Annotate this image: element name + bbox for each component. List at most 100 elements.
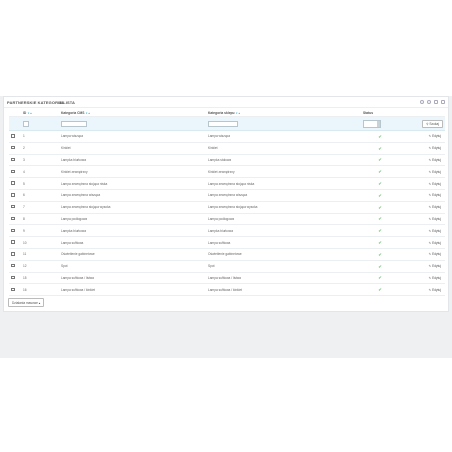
row-action-cell: ✎ Edytuj — [399, 213, 445, 226]
row-category-cms: Kinkiet — [59, 142, 206, 155]
row-checkbox[interactable] — [11, 145, 15, 150]
edit-button[interactable]: ✎ Edytuj — [427, 146, 443, 151]
pencil-icon: ✎ — [428, 287, 432, 292]
search-button[interactable]: ⚲ Szukaj — [422, 119, 443, 128]
table-row[interactable]: 11 Oświetlenie gabinetowe Oświetlenie gabi… — [9, 248, 445, 261]
edit-button[interactable]: ✎ Edytuj — [427, 264, 443, 269]
row-checkbox[interactable] — [11, 181, 15, 185]
row-status-cell: ✔ — [361, 248, 399, 261]
row-checkbox[interactable] — [11, 240, 15, 244]
row-status-cell: ✔ — [361, 165, 399, 179]
sql-icon[interactable] — [441, 100, 445, 104]
table-row[interactable]: 8 Lampa podłogowa Lampa podłogowa ✔ ✎ Edytuj — [9, 213, 445, 226]
edit-button[interactable]: ✎ Edytuj — [427, 228, 443, 233]
table-row[interactable]: 3 Lampka biurkowa Lampka stołowa ✔ ✎ Edytuj — [9, 154, 445, 167]
status-enabled-icon[interactable]: ✔ — [378, 193, 381, 198]
filter-status-select[interactable] — [363, 119, 381, 128]
sort-icon[interactable]: ▼▲ — [236, 112, 241, 115]
edit-button[interactable]: ✎ Edytuj — [427, 240, 443, 245]
status-enabled-icon[interactable]: ✔ — [378, 287, 381, 292]
table-row[interactable]: 15 Lampa sufitowa / listwa Lampa sufitowa … — [9, 272, 445, 285]
edit-button[interactable]: ✎ Edytuj — [427, 205, 443, 210]
edit-button[interactable]: ✎ Edytuj — [427, 287, 443, 292]
edit-button[interactable]: ✎ Edytuj — [427, 193, 443, 198]
panel-toolbar — [420, 100, 445, 104]
status-enabled-icon[interactable]: ✔ — [378, 264, 381, 269]
status-enabled-icon[interactable]: ✔ — [378, 228, 381, 233]
row-select-cell — [9, 213, 21, 226]
status-enabled-icon[interactable]: ✔ — [378, 169, 381, 174]
status-enabled-icon[interactable]: ✔ — [378, 240, 381, 245]
refresh-icon[interactable] — [427, 100, 431, 104]
add-icon[interactable] — [420, 100, 424, 104]
row-status-cell: ✔ — [361, 154, 399, 167]
table-row[interactable]: 12 Spot Spot ✔ ✎ Edytuj — [9, 260, 445, 273]
status-enabled-icon[interactable]: ✔ — [378, 181, 381, 186]
table-row[interactable]: 9 Lampka biurkowa Lampka biurkowa ✔ ✎ Edytuj — [9, 224, 445, 238]
status-enabled-icon[interactable]: ✔ — [378, 205, 381, 210]
status-enabled-icon[interactable]: ✔ — [378, 216, 381, 221]
table-row[interactable]: 7 Lampa zewnętrzna stojąca wysoka Lampa ze… — [9, 201, 445, 214]
row-select-cell — [9, 248, 21, 261]
edit-button[interactable]: ✎ Edytuj — [427, 181, 443, 186]
edit-button[interactable]: ✎ Edytuj — [427, 216, 443, 221]
filter-status-cell — [361, 116, 399, 131]
row-category-cms: Lampa sufitowa / kinkiet — [59, 283, 206, 297]
row-checkbox[interactable] — [11, 228, 15, 233]
row-checkbox[interactable] — [11, 134, 15, 138]
row-checkbox[interactable] — [11, 169, 15, 174]
table-row[interactable]: 4 Kinkiet zewnętrzny Kinkiet zewnętrzny ✔ ✎ … — [9, 165, 445, 179]
status-enabled-icon[interactable]: ✔ — [378, 275, 381, 280]
row-category-cms: Lampa wisząca — [59, 130, 206, 143]
edit-button[interactable]: ✎ Edytuj — [427, 169, 443, 174]
status-enabled-icon[interactable]: ✔ — [378, 134, 381, 139]
edit-button[interactable]: ✎ Edytuj — [427, 275, 443, 280]
table-row[interactable]: 5 Lampa zewnętrzna stojąca niska Lampa zew… — [9, 177, 445, 190]
row-category-cms: Kinkiet zewnętrzny — [59, 165, 206, 179]
row-checkbox[interactable] — [11, 204, 15, 209]
search-button-label: Szukaj — [429, 121, 439, 126]
table-row[interactable]: 1 Lampa wisząca Lampa wisząca ✔ ✎ Edytuj — [9, 130, 445, 143]
export-icon[interactable] — [434, 100, 438, 104]
table-row[interactable]: 16 Lampa sufitowa / kinkiet Lampa sufitowa… — [9, 283, 445, 297]
row-id: 16 — [21, 283, 59, 297]
edit-button-label: Edytuj — [432, 252, 441, 257]
sort-icon[interactable]: ▼▲ — [27, 112, 32, 115]
status-enabled-icon[interactable]: ✔ — [378, 252, 381, 257]
row-category-shop: Lampka stołowa — [206, 154, 361, 167]
bulk-actions-button[interactable]: Działania masowe ▴ — [8, 298, 45, 307]
row-action-cell: ✎ Edytuj — [399, 165, 445, 179]
table-row[interactable]: 6 Lampa zewnętrzna wisząca Lampa zewnętrzn… — [9, 189, 445, 202]
row-id: 6 — [21, 189, 59, 202]
row-id: 12 — [21, 260, 59, 273]
pencil-icon: ✎ — [428, 134, 432, 139]
row-action-cell: ✎ Edytuj — [399, 248, 445, 261]
filter-category-shop-input[interactable] — [208, 120, 238, 127]
categories-panel: PARTNERSKIE KATEGORIE LISTA 14 ID ▼▲ Kat… — [3, 96, 449, 312]
row-action-cell: ✎ Edytuj — [399, 142, 445, 155]
row-checkbox[interactable] — [11, 287, 15, 291]
row-checkbox[interactable] — [11, 193, 15, 197]
row-checkbox[interactable] — [11, 157, 15, 162]
filter-id-input[interactable] — [23, 120, 29, 127]
table-row[interactable]: 10 Lampa sufitowa Lampa sufitowa ✔ ✎ Edytuj — [9, 236, 445, 249]
sort-icon[interactable]: ▼▲ — [85, 112, 90, 115]
edit-button[interactable]: ✎ Edytuj — [427, 157, 443, 162]
row-category-cms: Lampa podłogowa — [59, 213, 206, 226]
edit-button[interactable]: ✎ Edytuj — [427, 134, 443, 139]
edit-button[interactable]: ✎ Edytuj — [427, 252, 443, 257]
status-enabled-icon[interactable]: ✔ — [378, 146, 381, 151]
row-category-shop: Oświetlenie gabinetowe — [206, 248, 361, 261]
row-checkbox[interactable] — [11, 252, 15, 256]
row-action-cell: ✎ Edytuj — [399, 272, 445, 285]
status-enabled-icon[interactable]: ✔ — [378, 157, 381, 162]
row-action-cell: ✎ Edytuj — [399, 130, 445, 143]
pencil-icon: ✎ — [428, 216, 432, 221]
filter-category-cms-input[interactable] — [61, 120, 87, 127]
row-checkbox[interactable] — [11, 263, 15, 268]
row-checkbox[interactable] — [11, 216, 15, 221]
row-id: 5 — [21, 177, 59, 190]
table-row[interactable]: 2 Kinkiet Kinkiet ✔ ✎ Edytuj — [9, 142, 445, 155]
row-checkbox[interactable] — [11, 275, 15, 280]
pencil-icon: ✎ — [428, 275, 432, 280]
